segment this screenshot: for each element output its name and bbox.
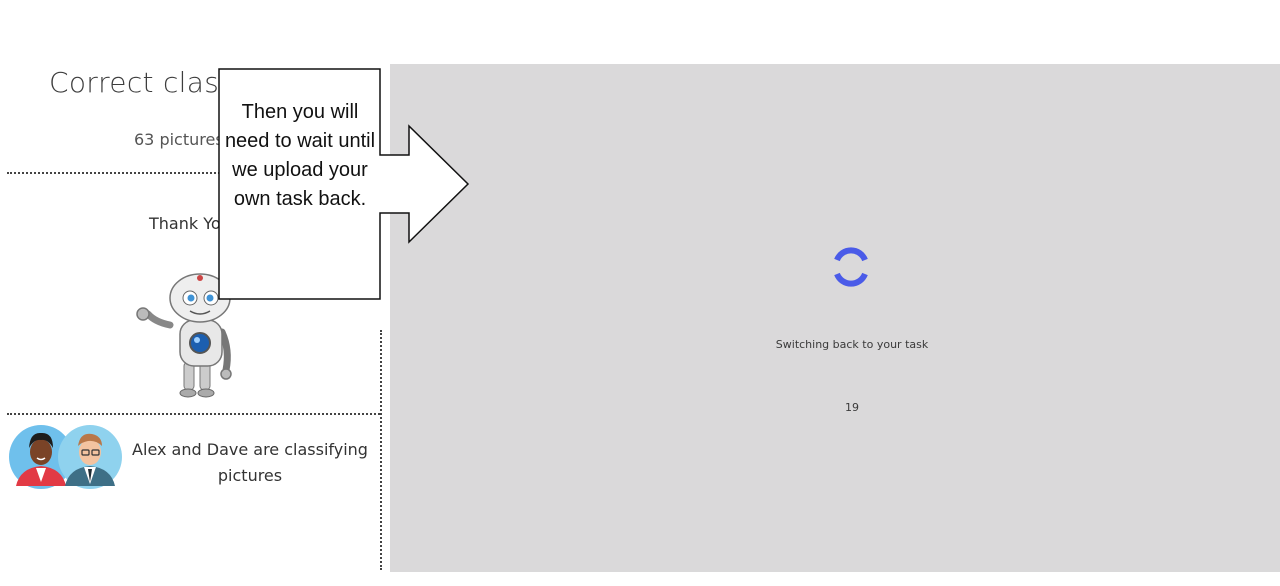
thank-you-text: Thank Yo [149,214,221,233]
pictures-count: 63 pictures [134,130,224,149]
user-avatars-icon [9,425,122,489]
callout-text: Then you will need to wait until we uplo… [224,101,376,210]
classifying-status: Alex and Dave are classifying pictures [132,440,368,485]
vertical-divider [380,330,382,570]
loading-spinner-icon [834,247,868,287]
divider [7,413,380,415]
countdown-timer: 19 [845,401,859,414]
switching-status-text: Switching back to your task [775,338,929,351]
loading-panel: Switching back to your task 19 [390,64,1280,572]
